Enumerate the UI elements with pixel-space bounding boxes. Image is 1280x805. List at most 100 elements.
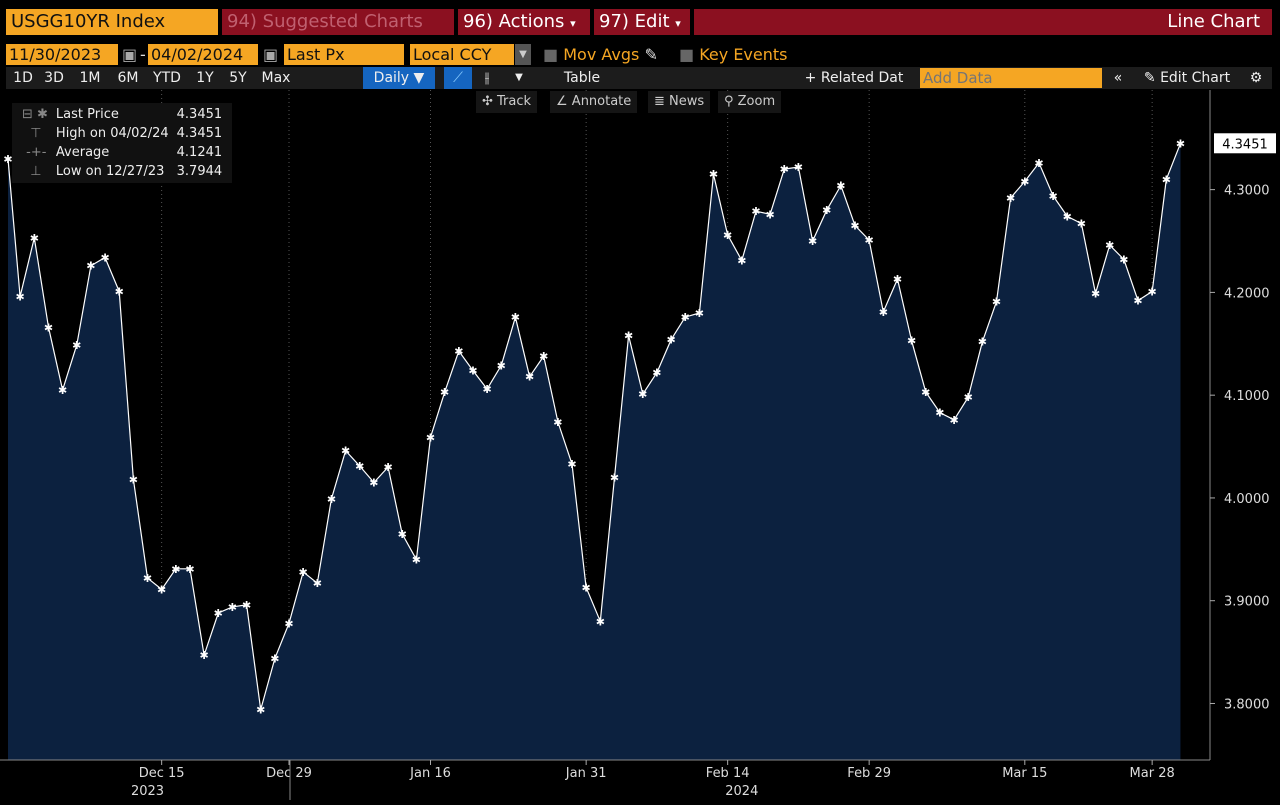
chevron-down-icon[interactable]: ▼ (515, 44, 531, 65)
data-point: ✱ (355, 460, 364, 473)
data-point: ✱ (525, 371, 534, 384)
x-tick-label: Feb 14 (706, 766, 750, 781)
table-button[interactable]: Table (540, 67, 624, 89)
data-point: ✱ (567, 458, 576, 471)
ticker-field[interactable]: USGG10YR Index (6, 9, 218, 35)
mov-avgs-label: Mov Avgs (563, 45, 640, 64)
date-separator: - (140, 45, 146, 64)
data-point: ✱ (949, 414, 958, 427)
period-max[interactable]: Max (254, 67, 298, 89)
data-point: ✱ (907, 335, 916, 348)
key-events-toggle[interactable]: ■ Key Events (676, 44, 790, 65)
edit-chart-button[interactable]: ✎ Edit Chart (1134, 67, 1240, 89)
data-point: ✱ (709, 168, 718, 181)
legend-item: ⊟ ✱ Last Price 4.3451 (18, 105, 226, 124)
data-point: ✱ (100, 251, 109, 264)
data-point: ✱ (185, 563, 194, 576)
data-point: ✱ (242, 599, 251, 612)
data-point: ✱ (1162, 173, 1171, 186)
data-point: ✱ (426, 431, 435, 444)
related-data-button[interactable]: + Related Dat (792, 67, 916, 89)
data-point: ✱ (299, 566, 308, 579)
annotate-button[interactable]: ∠ Annotate (550, 91, 638, 113)
data-point: ✱ (1148, 285, 1157, 298)
data-point: ✱ (893, 273, 902, 286)
edit-label: 97) Edit (599, 11, 670, 32)
data-point: ✱ (780, 163, 789, 176)
x-tick-label: Mar 28 (1130, 766, 1175, 781)
data-point: ✱ (836, 180, 845, 193)
data-point: ✱ (341, 445, 350, 458)
mov-avgs-toggle[interactable]: ■ Mov Avgs ✎ (540, 44, 661, 65)
calendar-icon[interactable]: ▣ (260, 44, 281, 65)
news-button[interactable]: ≣ News (648, 91, 711, 113)
period-1y[interactable]: 1Y (188, 67, 222, 89)
year-label: 2024 (725, 784, 758, 799)
annotate-label: Annotate (571, 94, 632, 109)
legend: ⊟ ✱ Last Price 4.3451 ⊤ High on 04/02/24 4.3… (12, 103, 233, 183)
data-point: ✱ (1176, 137, 1185, 150)
legend-item: ⊤ High on 04/02/24 4.3451 (18, 124, 226, 143)
field-select[interactable]: Last Px (284, 44, 404, 65)
data-point: ✱ (1133, 295, 1142, 308)
actions-menu[interactable]: 96) Actions ▾ (458, 9, 590, 35)
data-point: ✱ (270, 652, 279, 665)
data-point: ✱ (157, 583, 166, 596)
data-point: ✱ (44, 321, 53, 334)
period-5y[interactable]: 5Y (222, 67, 254, 89)
data-point: ✱ (115, 285, 124, 298)
add-data-input[interactable] (920, 68, 1102, 88)
legend-value: 4.3451 (176, 107, 223, 122)
period-3d[interactable]: 3D (38, 67, 70, 89)
zoom-label: Zoom (737, 94, 776, 109)
data-point: ✱ (638, 388, 647, 401)
line-chart-icon[interactable]: ⟋ (444, 67, 472, 89)
data-point: ✱ (497, 359, 506, 372)
data-point: ✱ (369, 477, 378, 490)
data-point: ✱ (681, 311, 690, 324)
x-tick-label: Jan 16 (409, 766, 451, 781)
x-tick-label: Mar 15 (1002, 766, 1047, 781)
start-date-field[interactable]: 11/30/2023 (6, 44, 118, 65)
edit-chart-label: Edit Chart (1160, 70, 1231, 86)
data-point: ✱ (468, 365, 477, 378)
data-point: ✱ (482, 383, 491, 396)
period-1m[interactable]: 1M (70, 67, 110, 89)
period-6m[interactable]: 6M (110, 67, 146, 89)
gear-icon[interactable]: ⚙ (1244, 67, 1268, 89)
data-point: ✱ (935, 407, 944, 420)
data-point: ✱ (1034, 157, 1043, 170)
chevron-down-icon[interactable]: ▼ (502, 67, 536, 89)
track-label: Track (497, 94, 532, 109)
track-button[interactable]: ✣ Track (476, 91, 538, 113)
period-1d[interactable]: 1D (8, 67, 38, 89)
end-date-field[interactable]: 04/02/2024 (148, 44, 258, 65)
data-point: ✱ (454, 345, 463, 358)
data-point: ✱ (822, 204, 831, 217)
pencil-icon[interactable]: ✎ (644, 45, 657, 64)
currency-select[interactable]: Local CCY (410, 44, 514, 65)
frequency-select[interactable]: Daily ▼ (363, 67, 435, 89)
period-ytd[interactable]: YTD (146, 67, 188, 89)
data-point: ✱ (383, 461, 392, 474)
data-point: ✱ (313, 577, 322, 590)
data-point: ✱ (256, 704, 265, 717)
data-point: ✱ (1091, 287, 1100, 300)
data-point: ✱ (214, 607, 223, 620)
legend-item: ⊥ Low on 12/27/23 3.7944 (18, 162, 226, 181)
data-point: ✱ (610, 471, 619, 484)
bar-chart-icon[interactable]: ⫲ (474, 67, 500, 89)
collapse-icon[interactable]: « (1106, 67, 1130, 89)
y-tick-label: 4.2000 (1224, 286, 1270, 301)
x-tick-label: Jan 31 (565, 766, 607, 781)
data-point: ✱ (582, 581, 591, 594)
data-point: ✱ (723, 229, 732, 242)
data-point: ✱ (850, 220, 859, 233)
data-point: ✱ (1006, 192, 1015, 205)
data-point: ✱ (921, 386, 930, 399)
zoom-button[interactable]: ⚲ Zoom (718, 91, 782, 113)
edit-menu[interactable]: 97) Edit ▾ (594, 9, 690, 35)
legend-label: Low on 12/27/23 (55, 164, 165, 179)
suggested-charts-menu[interactable]: 94) Suggested Charts (222, 9, 454, 35)
data-point: ✱ (1063, 210, 1072, 223)
